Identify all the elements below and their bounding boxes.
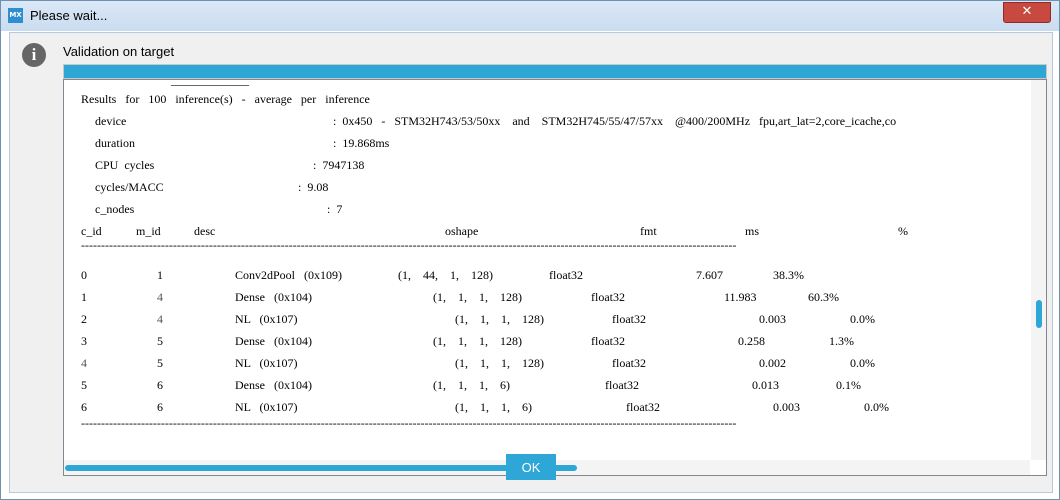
row-oshape: (1, 1, 1, 6) xyxy=(455,400,532,414)
row-pct: 60.3% xyxy=(808,290,839,304)
row-fmt: float32 xyxy=(591,334,625,348)
row-oshape: (1, 1, 1, 128) xyxy=(455,356,544,370)
row-pct: 0.0% xyxy=(850,356,875,370)
row-pct: 0.1% xyxy=(836,378,861,392)
console-text: _____________ Results for 100 inference(… xyxy=(64,80,1030,460)
row-c-id: 6 xyxy=(81,400,87,414)
row-fmt: float32 xyxy=(591,290,625,304)
c-nodes-value: : 7 xyxy=(327,202,343,216)
horizontal-scroll-thumb[interactable] xyxy=(65,465,577,471)
cycles-macc-key: cycles/MACC xyxy=(95,180,164,194)
row-m-id: 4 xyxy=(157,312,163,326)
row-c-id: 5 xyxy=(81,378,87,392)
row-desc: Conv2dPool (0x109) xyxy=(235,268,343,282)
row-pct: 38.3% xyxy=(773,268,804,282)
column-desc: desc xyxy=(194,224,216,238)
row-fmt: float32 xyxy=(549,268,583,282)
progress-bar xyxy=(63,64,1047,79)
row-ms: 0.258 xyxy=(738,334,765,348)
vertical-scrollbar[interactable] xyxy=(1031,80,1046,460)
vertical-scroll-thumb[interactable] xyxy=(1036,300,1042,328)
row-ms: 0.003 xyxy=(773,400,800,414)
row-ms: 7.607 xyxy=(696,268,723,282)
close-button[interactable]: ✕ xyxy=(1003,2,1051,23)
column-ms: ms xyxy=(745,224,760,238)
row-pct: 0.0% xyxy=(850,312,875,326)
window-title: Please wait... xyxy=(30,8,108,23)
row-desc: Dense (0x104) xyxy=(235,290,312,304)
title-bar: MX Please wait... ✕ xyxy=(1,1,1059,31)
progress-fill xyxy=(64,65,1046,78)
column-oshape: oshape xyxy=(445,224,479,238)
row-ms: 11.983 xyxy=(724,290,757,304)
row-oshape: (1, 1, 1, 128) xyxy=(455,312,544,326)
row-desc: NL (0x107) xyxy=(235,400,298,414)
row-ms: 0.003 xyxy=(759,312,786,326)
row-oshape: (1, 44, 1, 128) xyxy=(398,268,493,282)
duration-key: duration xyxy=(95,136,135,150)
row-c-id: 0 xyxy=(81,268,87,282)
dialog-heading: Validation on target xyxy=(63,44,175,59)
row-oshape: (1, 1, 1, 128) xyxy=(433,334,522,348)
row-m-id: 5 xyxy=(157,334,163,348)
row-desc: NL (0x107) xyxy=(235,356,298,370)
row-desc: Dense (0x104) xyxy=(235,334,312,348)
truncated-separator: _____________ xyxy=(171,80,249,87)
dialog-content: i Validation on target _____________ Res… xyxy=(9,32,1053,493)
row-c-id: 3 xyxy=(81,334,87,348)
c-nodes-key: c_nodes xyxy=(95,202,135,216)
footer-separator: ----------------------------------------… xyxy=(81,416,737,430)
cycles-macc-value: : 9.08 xyxy=(298,180,329,194)
ok-button[interactable]: OK xyxy=(506,454,556,480)
row-m-id: 6 xyxy=(157,400,163,414)
row-c-id: 4 xyxy=(81,356,87,370)
device-value: : 0x450 - STM32H743/53/50xx and STM32H74… xyxy=(333,114,897,128)
header-separator: ----------------------------------------… xyxy=(81,238,737,252)
validation-output-panel[interactable]: _____________ Results for 100 inference(… xyxy=(63,79,1047,476)
row-fmt: float32 xyxy=(612,356,646,370)
row-oshape: (1, 1, 1, 6) xyxy=(433,378,510,392)
row-oshape: (1, 1, 1, 128) xyxy=(433,290,522,304)
column-m-id: m_id xyxy=(136,224,161,238)
row-ms: 0.002 xyxy=(759,356,786,370)
row-fmt: float32 xyxy=(626,400,660,414)
info-icon: i xyxy=(22,43,46,67)
please-wait-dialog: MX Please wait... ✕ i Validation on targ… xyxy=(0,0,1060,500)
row-m-id: 4 xyxy=(157,290,163,304)
row-pct: 0.0% xyxy=(864,400,889,414)
cpu-cycles-key: CPU cycles xyxy=(95,158,155,172)
row-ms: 0.013 xyxy=(752,378,779,392)
row-fmt: float32 xyxy=(605,378,639,392)
row-desc: NL (0x107) xyxy=(235,312,298,326)
row-m-id: 6 xyxy=(157,378,163,392)
row-c-id: 2 xyxy=(81,312,87,326)
cpu-cycles-value: : 7947138 xyxy=(313,158,365,172)
row-desc: Dense (0x104) xyxy=(235,378,312,392)
duration-value: : 19.868ms xyxy=(333,136,390,150)
row-c-id: 1 xyxy=(81,290,87,304)
row-fmt: float32 xyxy=(612,312,646,326)
row-m-id: 5 xyxy=(157,356,163,370)
column-pct: % xyxy=(898,224,908,238)
row-m-id: 1 xyxy=(157,268,163,282)
results-header: Results for 100 inference(s) - average p… xyxy=(81,92,370,106)
app-logo-icon: MX xyxy=(8,8,23,23)
row-pct: 1.3% xyxy=(829,334,854,348)
column-fmt: fmt xyxy=(640,224,657,238)
device-key: device xyxy=(95,114,127,128)
column-c-id: c_id xyxy=(81,224,102,238)
